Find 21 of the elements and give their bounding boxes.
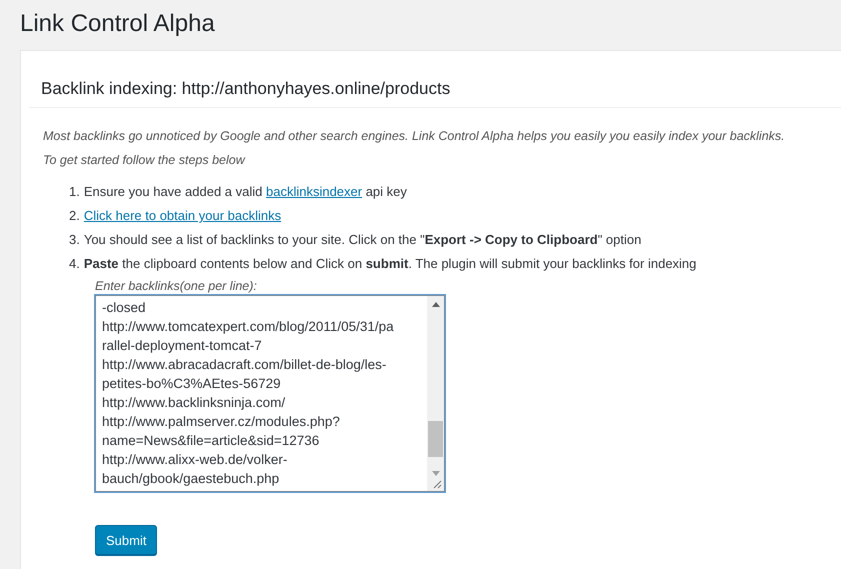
scrollbar-thumb[interactable] (428, 421, 443, 457)
step-number: 2. (69, 207, 80, 225)
page-title: Link Control Alpha (20, 9, 216, 39)
step-text: You should see a list of backlinks to your site. Click on the "Export -> Copy to Clipboard" option (84, 231, 642, 249)
submit-button[interactable]: Submit (95, 525, 158, 555)
step-number: 1. (69, 183, 80, 201)
step-text: Paste the clipboard contents below and Click on submit. The plugin will submit your backlinks for indexing (84, 255, 696, 273)
backlinks-input-field[interactable]: -closed http://www.tomcatexpert.com/blog/2011/05/31/pa rallel-deployment-tomcat-7 http://www.abracadacraft.com/billet-de-blog/les- petites-bo%C3%AEtes-56729 http://www.backlinksninja.com/ http://www.palmserver.cz/modules.php? name=News&file=article&sid=12736 http://www.alixx-web.de/volker- bauch/gbook/gaestebuch.php (95, 295, 445, 492)
step-number: 4. (69, 255, 80, 273)
scroll-up-icon[interactable] (432, 302, 440, 307)
intro-text: To get started follow the steps below (43, 152, 246, 169)
step-number: 3. (69, 231, 80, 249)
scroll-down-icon[interactable] (432, 471, 440, 476)
link[interactable]: Click here to obtain your backlinks (84, 208, 282, 223)
link[interactable]: backlinksindexer (266, 184, 362, 199)
field-label: Enter backlinks(one per line): (95, 278, 258, 294)
scrollbar[interactable] (427, 296, 444, 491)
step-text: Ensure you have added a valid backlinksindexer api key (84, 183, 407, 201)
section-title: Backlink indexing: http://anthonyhayes.online/products (41, 79, 452, 99)
resize-grip-icon[interactable] (433, 480, 442, 489)
intro-text: Most backlinks go unnoticed by Google and other search engines. Link Control Alpha helps you easily you easily index your backlinks. (43, 128, 786, 145)
